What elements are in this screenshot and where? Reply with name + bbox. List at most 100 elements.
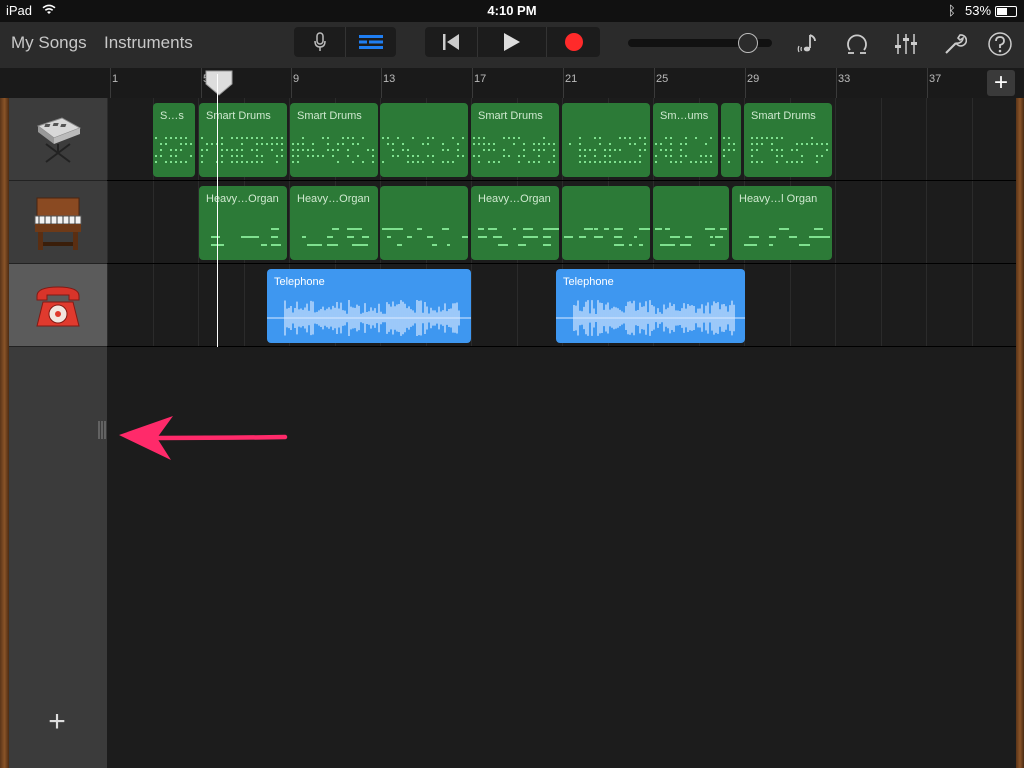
waveform <box>267 300 471 336</box>
timeline-ruler[interactable]: 15913172125293337 + <box>0 68 1024 98</box>
midi-region[interactable] <box>721 103 741 177</box>
volume-knob[interactable] <box>738 33 758 53</box>
midi-region[interactable]: Sm…ums <box>653 103 718 177</box>
ruler-bar-number: 25 <box>656 73 669 85</box>
note-pattern <box>723 137 735 163</box>
ruler-bar-number: 37 <box>929 73 942 85</box>
add-track-button[interactable]: + <box>43 707 71 737</box>
telephone-icon <box>36 286 80 327</box>
go-to-start-button[interactable] <box>425 27 477 57</box>
annotation-arrow <box>119 416 288 460</box>
ruler-tick <box>745 68 746 98</box>
ruler-bar-number: 17 <box>474 73 487 85</box>
region-label: Smart Drums <box>751 110 816 122</box>
bluetooth-icon: ᛒ <box>948 3 956 18</box>
midi-region[interactable]: Heavy…Organ <box>199 186 287 260</box>
loop-browser-button[interactable] <box>843 30 871 58</box>
midi-region[interactable] <box>562 186 650 260</box>
add-section-button[interactable]: + <box>987 69 1015 96</box>
waveform <box>556 300 745 336</box>
midi-region[interactable]: Smart Drums <box>471 103 559 177</box>
ruler-bar-number: 1 <box>112 73 119 85</box>
view-switcher <box>294 27 396 57</box>
note-pattern <box>655 228 727 246</box>
midi-region[interactable] <box>380 186 468 260</box>
region-label: Telephone <box>563 276 614 288</box>
ruler-tick <box>654 68 655 98</box>
region-label: Heavy…Organ <box>297 193 370 205</box>
note-pattern <box>155 137 192 163</box>
resize-handle-icon[interactable] <box>98 421 106 439</box>
my-songs-button[interactable]: My Songs <box>11 33 87 53</box>
wrench-icon <box>945 34 967 54</box>
region-label: Smart Drums <box>206 110 271 122</box>
note-settings-button[interactable] <box>794 30 822 58</box>
playhead-line <box>217 74 218 347</box>
track-header-organ[interactable] <box>9 181 107 264</box>
playhead-handle[interactable] <box>205 70 233 96</box>
battery-level <box>997 8 1007 15</box>
wood-panel-left <box>0 98 9 768</box>
audio-region[interactable]: Telephone <box>267 269 471 343</box>
note-pattern <box>564 228 650 246</box>
help-button[interactable] <box>986 30 1014 58</box>
status-bar: iPad 4:10 PM ᛒ 53% <box>0 0 1024 22</box>
midi-region[interactable]: Smart Drums <box>199 103 287 177</box>
tracks-view-button[interactable] <box>346 27 396 57</box>
note-pattern <box>302 228 369 246</box>
midi-region[interactable]: Heavy…Organ <box>290 186 378 260</box>
note-pattern <box>744 228 830 246</box>
ruler-bar-number: 9 <box>293 73 300 85</box>
transport-controls <box>425 27 600 57</box>
midi-region[interactable]: Smart Drums <box>290 103 378 177</box>
note-pattern <box>201 137 283 163</box>
note-pattern <box>382 228 468 246</box>
ruler-bar-number: 29 <box>747 73 760 85</box>
record-icon <box>564 33 583 51</box>
tracks-view-icon <box>359 35 383 49</box>
region-label: Smart Drums <box>478 110 543 122</box>
help-icon <box>988 32 1012 56</box>
note-pattern <box>569 137 646 163</box>
midi-region[interactable] <box>380 103 468 177</box>
midi-region[interactable]: S…s <box>153 103 195 177</box>
settings-button[interactable] <box>941 30 969 58</box>
mixer-button[interactable] <box>892 30 920 58</box>
play-icon <box>504 33 520 51</box>
track-headers: + <box>9 98 107 768</box>
midi-region[interactable]: Smart Drums <box>744 103 832 177</box>
loop-icon <box>847 34 867 54</box>
play-button[interactable] <box>478 27 546 57</box>
region-label: S…s <box>160 110 184 122</box>
midi-region[interactable] <box>562 103 650 177</box>
ruler-bar-number: 13 <box>383 73 396 85</box>
note-pattern <box>478 228 559 246</box>
ruler-tick <box>291 68 292 98</box>
organ-icon <box>34 197 82 250</box>
status-time: 4:10 PM <box>487 3 537 18</box>
note-pattern <box>751 137 828 163</box>
ruler-bar-number: 21 <box>565 73 578 85</box>
ruler-tick <box>836 68 837 98</box>
region-label: Smart Drums <box>297 110 362 122</box>
ruler-tick <box>927 68 928 98</box>
record-button[interactable] <box>547 27 600 57</box>
midi-region[interactable]: Heavy…Organ <box>471 186 559 260</box>
track-header-telephone[interactable] <box>9 264 107 347</box>
midi-region[interactable]: Heavy…l Organ <box>732 186 832 260</box>
master-volume-slider[interactable] <box>628 33 772 53</box>
microphone-icon <box>313 32 326 51</box>
midi-region[interactable] <box>653 186 729 260</box>
wood-panel-right <box>1016 98 1024 768</box>
ruler-tick <box>381 68 382 98</box>
ruler-bar-number: 33 <box>838 73 851 85</box>
audio-region[interactable]: Telephone <box>556 269 745 343</box>
ruler-tick <box>563 68 564 98</box>
region-label: Sm…ums <box>660 110 709 122</box>
track-header-drums[interactable] <box>9 98 107 181</box>
note-pattern <box>382 137 464 163</box>
region-label: Heavy…l Organ <box>739 193 818 205</box>
instruments-button[interactable]: Instruments <box>104 33 193 53</box>
region-label: Heavy…Organ <box>478 193 551 205</box>
instrument-view-button[interactable] <box>294 27 345 57</box>
